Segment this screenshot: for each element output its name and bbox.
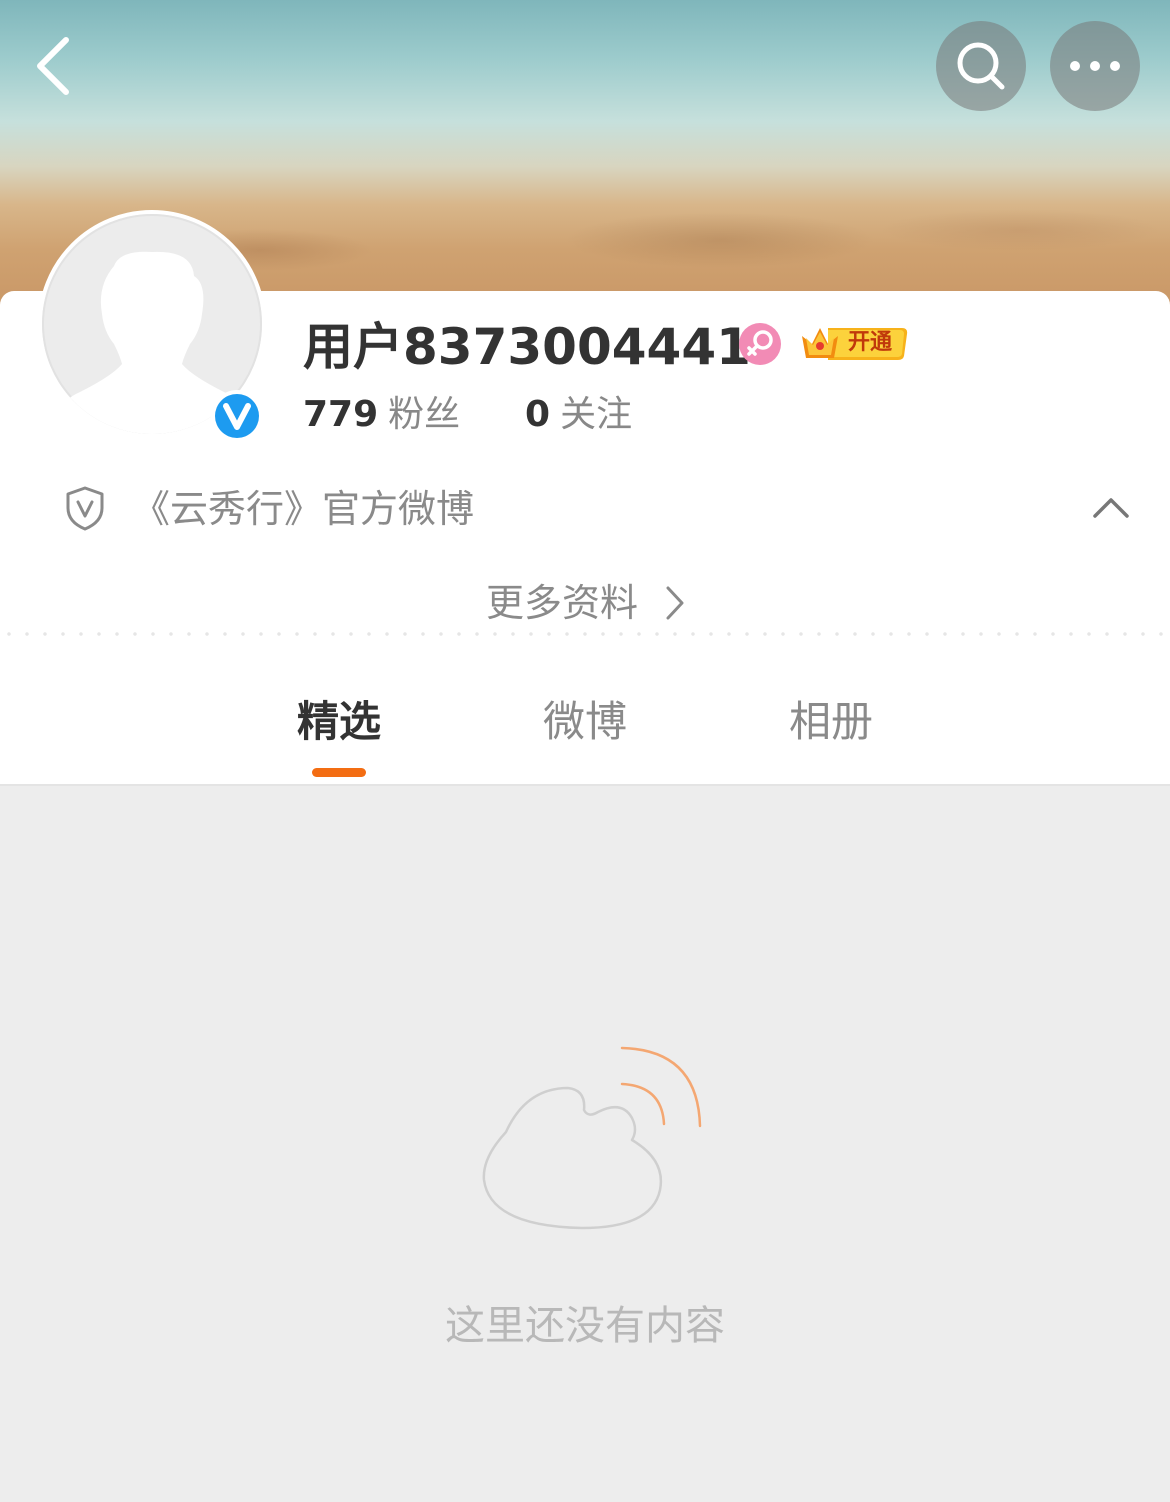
profile-name: 用户8373004441 xyxy=(303,318,751,376)
dotted-divider xyxy=(0,632,1170,636)
gender-badge xyxy=(738,322,782,366)
back-button[interactable] xyxy=(28,30,88,100)
profile-description: 《云秀行》官方微博 xyxy=(132,487,475,531)
empty-state-message: 这里还没有内容 xyxy=(445,1303,725,1349)
following-stat[interactable]: 0 关注 xyxy=(525,390,632,440)
more-button[interactable] xyxy=(1050,21,1140,111)
more-horizontal-icon xyxy=(1070,61,1120,71)
more-info-link[interactable]: 更多资料 xyxy=(486,578,638,628)
empty-state-illustration xyxy=(470,1040,710,1240)
active-tab-indicator xyxy=(312,768,366,777)
search-button[interactable] xyxy=(936,21,1026,111)
search-icon xyxy=(957,42,1005,90)
verified-badge xyxy=(210,389,264,443)
followers-label: 粉丝 xyxy=(388,394,461,435)
followers-count: 779 xyxy=(303,394,379,435)
verified-v-icon xyxy=(211,390,263,442)
tab-weibo[interactable]: 微博 xyxy=(515,692,655,752)
followers-stat[interactable]: 779 粉丝 xyxy=(303,390,460,440)
tabs-divider xyxy=(0,784,1170,786)
more-info-chevron xyxy=(664,584,686,622)
collapse-button[interactable] xyxy=(1092,494,1130,520)
chevron-right-icon xyxy=(666,586,684,620)
chevron-left-icon xyxy=(37,37,69,95)
chevron-up-icon xyxy=(1093,498,1129,518)
tab-featured[interactable]: 精选 xyxy=(269,692,409,752)
shield-v-icon xyxy=(66,486,104,531)
following-label: 关注 xyxy=(560,394,633,435)
female-icon xyxy=(739,323,781,365)
weibo-logo-icon xyxy=(482,1046,702,1230)
verification-shield xyxy=(62,484,108,532)
vip-open-badge[interactable]: 开通 xyxy=(798,320,910,366)
following-count: 0 xyxy=(525,394,551,435)
vip-badge-label: 开通 xyxy=(848,330,893,355)
tab-album[interactable]: 相册 xyxy=(761,692,901,752)
